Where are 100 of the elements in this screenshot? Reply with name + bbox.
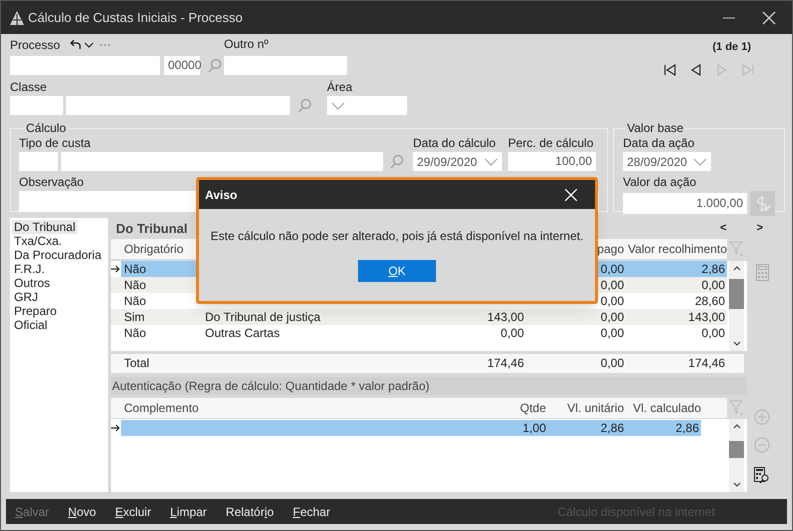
chevron-down-icon [484, 158, 498, 166]
toolbar-button[interactable]: Excluir [115, 502, 152, 520]
remove-circle-icon[interactable] [754, 437, 770, 453]
category-item[interactable]: Preparo [12, 304, 59, 318]
previous-record-icon[interactable] [690, 64, 702, 76]
process-number-field[interactable] [10, 56, 160, 75]
current-row-arrow-icon [111, 265, 120, 273]
process-suffix-field[interactable]: 00000 [164, 56, 200, 75]
search-icon[interactable] [297, 98, 311, 113]
table-cell-text: 143,00 [687, 309, 726, 325]
table-cell-text: Não [123, 325, 148, 341]
column-header[interactable]: Vl. unitário [546, 398, 624, 418]
field-label: Tipo de custa [19, 137, 91, 150]
table-cell-text: 0,00 [600, 325, 624, 341]
cost-code-field[interactable] [19, 152, 58, 171]
class-name-field[interactable] [66, 96, 290, 115]
field-label: Observação [19, 176, 84, 189]
table-cell-text: Do Tribunal de justiça [204, 309, 322, 325]
app-logo-icon[interactable] [10, 10, 24, 24]
category-item[interactable]: Da Procuradoria [12, 248, 104, 262]
other-number-field[interactable] [224, 56, 347, 75]
chevron-down-icon [693, 158, 707, 166]
group-legend: Valor base [625, 122, 686, 135]
close-icon[interactable] [762, 10, 776, 24]
field-label: Área [327, 81, 352, 94]
record-counter: (1 de 1) [712, 40, 751, 55]
table-cell-text: 0,00 [600, 293, 624, 309]
column-header[interactable]: Complemento [121, 398, 469, 418]
field-label: Outro nº [224, 38, 268, 51]
scrollbar-thumb[interactable] [729, 441, 744, 458]
add-circle-icon[interactable] [754, 409, 770, 425]
undo-icon[interactable] [69, 40, 82, 50]
cost-type-field[interactable] [61, 152, 383, 171]
table-cell: 1,00 [469, 420, 546, 436]
scrollbar-thumb[interactable] [729, 279, 744, 309]
category-item[interactable]: Outros [12, 276, 52, 290]
dialog-message: Este cálculo não pode ser alterado, pois já está disponível na internet. [210, 228, 584, 245]
chevron-down-icon[interactable] [733, 341, 741, 346]
search-icon[interactable] [207, 58, 221, 73]
table-cell: 2,86 [624, 420, 701, 436]
table-cell-text: 0,00 [700, 277, 726, 293]
table-cell-text: Outras Cartas [204, 325, 281, 341]
chevron-up-icon[interactable] [733, 424, 741, 429]
vertical-scrollbar[interactable] [729, 261, 744, 351]
table-cell-text: 0,00 [700, 325, 726, 341]
date-dropdown[interactable]: 29/09/2020 [413, 152, 502, 171]
ok-button[interactable]: OK [358, 260, 436, 282]
chevron-up-icon[interactable] [733, 266, 741, 271]
chevron-down-icon[interactable] [84, 42, 94, 48]
table-cell: 2,86 [546, 420, 624, 436]
currency-edit-button[interactable] [750, 191, 775, 216]
next-button[interactable]: > [756, 220, 763, 237]
more-icon[interactable] [99, 43, 112, 47]
filter-icon[interactable] [729, 241, 744, 257]
category-item[interactable]: Oficial [12, 318, 50, 332]
category-item[interactable]: GRJ [12, 290, 40, 304]
column-header[interactable]: Qtde [469, 398, 546, 418]
toolbar-button[interactable]: Novo [68, 502, 96, 520]
dollar-pencil-icon [754, 196, 770, 212]
total-label: Total [123, 355, 150, 372]
first-record-icon[interactable] [664, 64, 676, 76]
table-cell-text: Não [123, 293, 148, 309]
table-cell-text: Sim [123, 309, 146, 325]
table-cell-text: 174,46 [687, 355, 726, 372]
action-value-field[interactable]: 1.000,00 [623, 193, 747, 214]
vertical-scrollbar[interactable] [729, 419, 744, 492]
column-header[interactable]: Vl. calculado [624, 398, 701, 418]
field-label: Valor da ação [623, 176, 696, 189]
section-title-bar: Autenticação (Regra de cálculo: Quantidade * valor padrão) [111, 377, 747, 395]
field-label: Perc. de cálculo [508, 137, 594, 150]
window-title: Cálculo de Custas Iniciais - Processo [28, 8, 243, 27]
table-cell-text: Não [123, 277, 148, 293]
table-cell-text: 174,46 [486, 355, 524, 372]
current-row-arrow-icon [111, 424, 120, 432]
date-dropdown[interactable]: 28/09/2020 [623, 152, 711, 171]
chevron-down-icon[interactable] [733, 482, 741, 487]
date-dropdown[interactable] [327, 96, 407, 115]
toolbar-button[interactable]: Limpar [170, 502, 207, 520]
calculator-search-icon[interactable] [754, 467, 770, 484]
dialog-title: Aviso [205, 186, 238, 204]
category-item[interactable]: Txa/Cxa. [12, 234, 64, 248]
field-label: Classe [10, 81, 47, 94]
table-cell-text: 28,60 [694, 293, 726, 309]
group-legend: Cálculo [24, 122, 68, 135]
percentage-field[interactable]: 100,00 [508, 152, 596, 171]
field-label: Data da ação [623, 137, 694, 150]
field-label: Data do cálculo [413, 137, 496, 150]
toolbar-button[interactable]: Relatório [226, 502, 274, 520]
table-cell-text: 0,00 [600, 355, 624, 372]
column-header[interactable]: Obrigatório [121, 239, 199, 259]
previous-button[interactable]: < [720, 220, 727, 237]
class-code-field[interactable] [10, 96, 63, 115]
table-cell: Não [121, 261, 199, 277]
search-icon[interactable] [389, 154, 403, 169]
category-item[interactable]: F.R.J. [12, 262, 47, 276]
calculator-icon[interactable] [756, 264, 768, 281]
category-item[interactable]: Do Tribunal [12, 220, 78, 234]
column-header[interactable]: Valor recolhimento [624, 239, 727, 259]
filter-icon[interactable] [729, 400, 744, 416]
toolbar-button[interactable]: Fechar [292, 502, 330, 520]
